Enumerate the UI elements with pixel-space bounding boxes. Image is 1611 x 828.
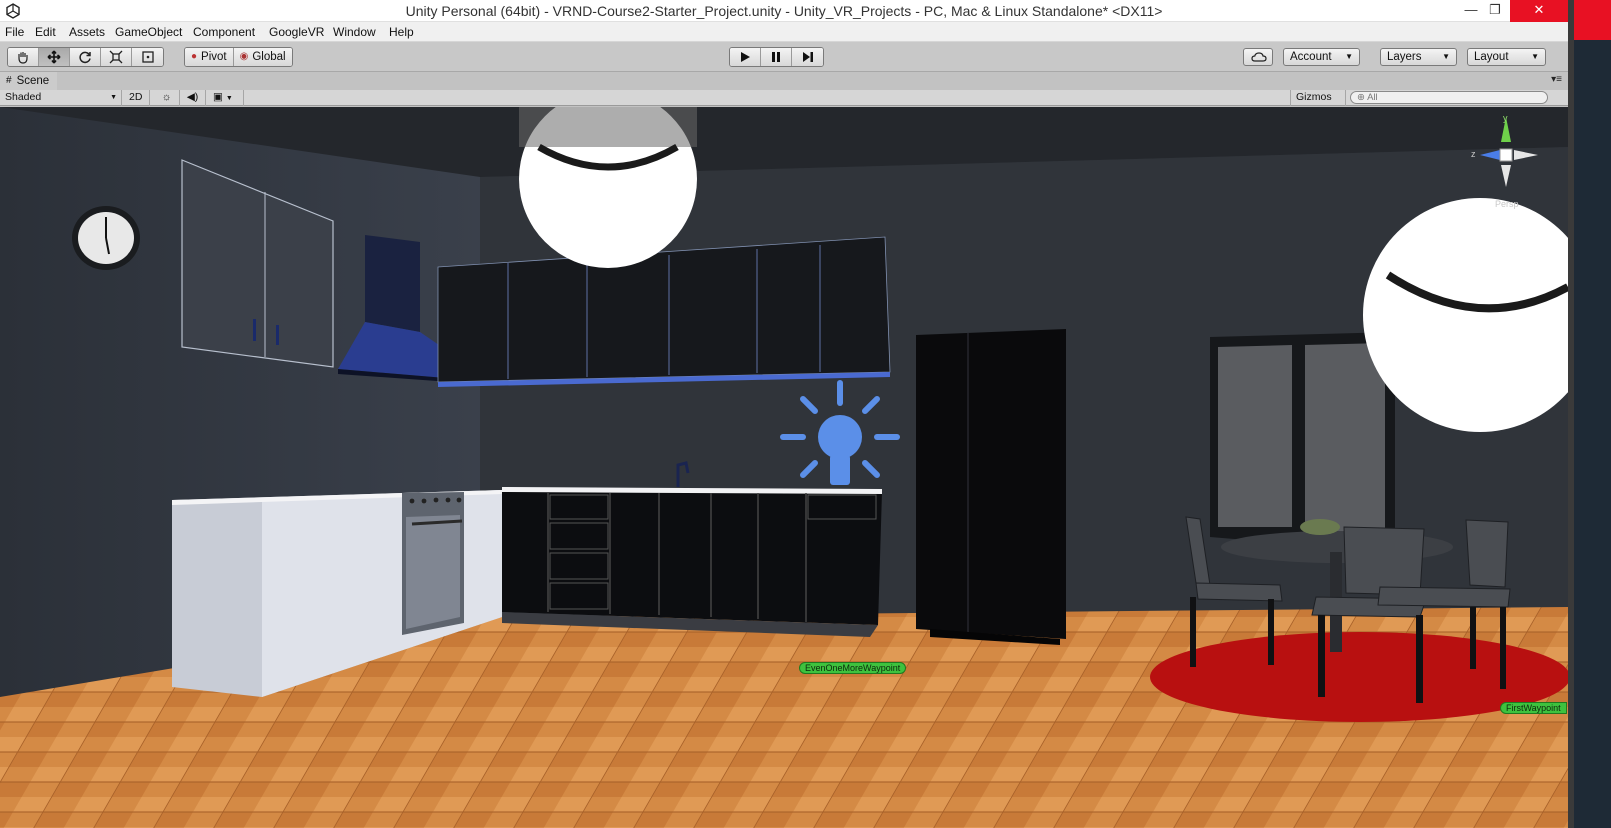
- image-icon: ▣: [213, 91, 223, 103]
- account-dropdown[interactable]: Account ▼: [1283, 48, 1360, 66]
- panel-menu-icon[interactable]: ▾≡: [1551, 74, 1562, 85]
- refrigerator: [916, 329, 1066, 645]
- gizmo-z-label: z: [1471, 149, 1476, 159]
- play-button[interactable]: [730, 48, 761, 66]
- chevron-down-icon: ▼: [1442, 52, 1450, 61]
- play-icon: [741, 52, 750, 62]
- window-title: Unity Personal (64bit) - VRND-Course2-St…: [405, 3, 1163, 19]
- scene-viewport[interactable]: y z Persp EvenOneMoreWaypoint FirstWaypo…: [0, 107, 1568, 828]
- audio-toggle-button[interactable]: ◀): [180, 90, 206, 106]
- menu-assets[interactable]: Assets: [69, 25, 105, 39]
- main-toolbar: ● Pivot ◉ Global Account ▼ Layers ▼ Layo…: [0, 42, 1568, 72]
- title-bar: Unity Personal (64bit) - VRND-Course2-St…: [0, 0, 1568, 22]
- shading-mode-dropdown[interactable]: Shaded ▼: [0, 90, 122, 106]
- kitchen-scene-render: [0, 107, 1568, 828]
- gizmos-dropdown[interactable]: Gizmos ▼: [1290, 90, 1346, 117]
- menu-help[interactable]: Help: [389, 25, 414, 39]
- window-border: [1568, 0, 1574, 828]
- pivot-global-toggles: ● Pivot ◉ Global: [184, 47, 293, 67]
- globe-icon: ◉: [239, 51, 249, 62]
- effects-dropdown[interactable]: ▣ ▼: [208, 90, 244, 106]
- lower-cabinets: [502, 461, 882, 637]
- gizmo-y-label: y: [1503, 113, 1508, 123]
- move-icon: [47, 50, 61, 64]
- background-window-edge: [1568, 0, 1611, 828]
- hand-tool-button[interactable]: [8, 48, 39, 66]
- scene-tab-label: Scene: [16, 75, 50, 87]
- chevron-down-icon: ▼: [1531, 52, 1539, 61]
- search-icon: ⊕: [1357, 92, 1365, 103]
- layers-label: Layers: [1387, 51, 1422, 63]
- menu-window[interactable]: Window: [333, 25, 376, 39]
- account-label: Account: [1290, 51, 1332, 63]
- cloud-icon: [1251, 52, 1267, 62]
- pivot-icon: ●: [191, 51, 198, 62]
- rotate-tool-button[interactable]: [70, 48, 101, 66]
- pause-icon: [772, 52, 780, 62]
- speaker-icon: ◀): [186, 91, 199, 103]
- chevron-down-icon: ▼: [1345, 52, 1353, 61]
- global-label: Global: [252, 51, 286, 63]
- toggle-2d-button[interactable]: 2D: [124, 90, 150, 106]
- scene-toolbar: Shaded ▼ 2D ☼ ◀) ▣ ▼ Gizmos ▼ ⊕ All: [0, 90, 1568, 117]
- play-controls: [729, 47, 824, 67]
- waypoint-label[interactable]: EvenOneMoreWaypoint: [799, 662, 907, 674]
- sun-icon: ☼: [161, 91, 172, 103]
- transform-tools: [7, 47, 164, 67]
- menu-file[interactable]: File: [5, 25, 24, 39]
- pivot-toggle[interactable]: ● Pivot: [185, 48, 234, 66]
- layout-dropdown[interactable]: Layout ▼: [1467, 48, 1546, 66]
- menu-component[interactable]: Component: [193, 25, 255, 39]
- move-tool-button[interactable]: [39, 48, 70, 66]
- rect-tool-button[interactable]: [132, 48, 163, 66]
- cloud-button[interactable]: [1243, 48, 1273, 66]
- maximize-button[interactable]: ❐: [1482, 0, 1508, 22]
- close-button[interactable]: ✕: [1510, 0, 1568, 22]
- menu-edit[interactable]: Edit: [35, 25, 56, 39]
- waypoint-label[interactable]: FirstWaypoint: [1500, 702, 1567, 714]
- step-icon: [802, 52, 813, 62]
- menu-googlevr[interactable]: GoogleVR: [269, 25, 324, 39]
- background-close-button: [1574, 0, 1611, 40]
- hierarchy-search-input[interactable]: ⊕ All: [1350, 91, 1548, 104]
- lighting-toggle-button[interactable]: ☼: [154, 90, 180, 106]
- chevron-down-icon: ▼: [225, 95, 233, 102]
- projection-label[interactable]: Persp: [1495, 199, 1519, 209]
- search-placeholder: All: [1367, 92, 1378, 103]
- minimize-button[interactable]: —: [1458, 0, 1484, 22]
- scale-icon: [109, 50, 123, 64]
- scene-tab-bar: # Scene ▾≡: [0, 72, 1568, 90]
- step-button[interactable]: [792, 48, 823, 66]
- hand-icon: [18, 52, 28, 64]
- unity-editor-window: Unity Personal (64bit) - VRND-Course2-St…: [0, 0, 1568, 828]
- tab-scene[interactable]: # Scene: [0, 72, 58, 90]
- window: [1210, 332, 1395, 552]
- rect-icon: [141, 51, 154, 63]
- layers-dropdown[interactable]: Layers ▼: [1380, 48, 1457, 66]
- oven: [402, 492, 464, 635]
- pause-button[interactable]: [761, 48, 792, 66]
- wall-clock: [72, 206, 140, 270]
- grid-icon: #: [6, 75, 12, 86]
- global-toggle[interactable]: ◉ Global: [233, 48, 292, 66]
- menu-gameobject[interactable]: GameObject: [115, 25, 182, 39]
- shading-mode-label: Shaded: [5, 91, 42, 103]
- scale-tool-button[interactable]: [101, 48, 132, 66]
- layout-label: Layout: [1474, 51, 1509, 63]
- rotate-icon: [79, 51, 91, 64]
- pivot-label: Pivot: [201, 51, 227, 63]
- chevron-down-icon: ▼: [110, 94, 117, 101]
- gizmos-label: Gizmos: [1296, 91, 1332, 103]
- menu-bar: File Edit Assets GameObject Component Go…: [0, 22, 1568, 42]
